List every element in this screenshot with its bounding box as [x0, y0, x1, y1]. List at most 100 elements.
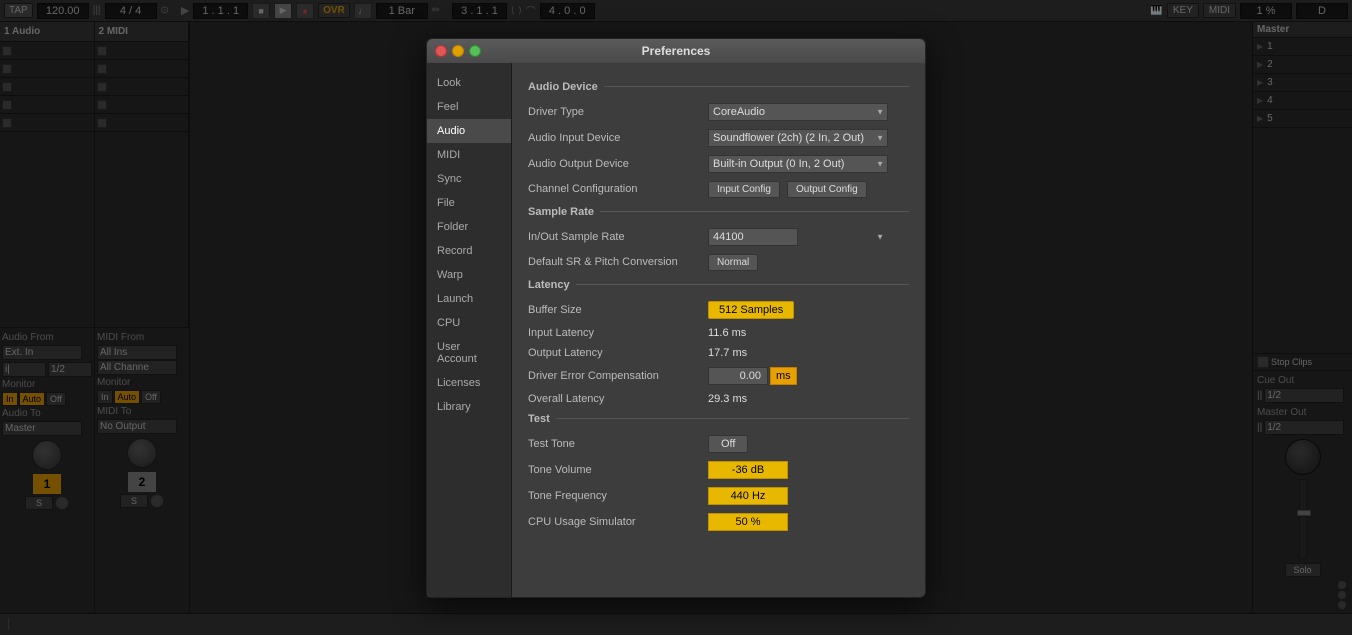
nav-look[interactable]: Look: [427, 71, 511, 95]
driver-type-select[interactable]: CoreAudio: [708, 103, 888, 121]
modal-close-button[interactable]: [435, 45, 447, 57]
tone-volume-row: Tone Volume -36 dB: [528, 461, 909, 479]
default-sr-control: Normal: [708, 254, 909, 271]
tone-freq-row: Tone Frequency 440 Hz: [528, 487, 909, 505]
section-divider-3: [576, 284, 909, 285]
latency-section-header: Latency: [528, 279, 909, 291]
driver-type-label: Driver Type: [528, 106, 708, 118]
audio-input-select[interactable]: Soundflower (2ch) (2 In, 2 Out): [708, 129, 888, 147]
cpu-sim-control: 50 %: [708, 513, 909, 531]
sample-rate-section-header: Sample Rate: [528, 206, 909, 218]
output-latency-row: Output Latency 17.7 ms: [528, 347, 909, 359]
output-config-button[interactable]: Output Config: [787, 181, 867, 198]
test-section-header: Test: [528, 413, 909, 425]
buffer-size-label: Buffer Size: [528, 304, 708, 316]
default-sr-button[interactable]: Normal: [708, 254, 758, 271]
default-sr-row: Default SR & Pitch Conversion Normal: [528, 254, 909, 271]
audio-input-row: Audio Input Device Soundflower (2ch) (2 …: [528, 129, 909, 147]
input-config-button[interactable]: Input Config: [708, 181, 780, 198]
modal-body: Look Feel Audio MIDI Sync File Folder Re…: [427, 63, 925, 597]
buffer-size-button[interactable]: 512 Samples: [708, 301, 794, 319]
nav-cpu[interactable]: CPU: [427, 311, 511, 335]
nav-warp[interactable]: Warp: [427, 263, 511, 287]
cpu-sim-slider[interactable]: 50 %: [708, 513, 788, 531]
audio-input-label: Audio Input Device: [528, 132, 708, 144]
modal-content-audio: Audio Device Driver Type CoreAudio Au: [512, 63, 925, 597]
tone-freq-slider[interactable]: 440 Hz: [708, 487, 788, 505]
nav-feel[interactable]: Feel: [427, 95, 511, 119]
driver-error-unit: ms: [770, 367, 797, 385]
section-divider-2: [600, 211, 909, 212]
inout-rate-select-wrapper: 44100: [708, 228, 888, 246]
input-latency-display: 11.6 ms: [708, 327, 746, 339]
driver-error-row: Driver Error Compensation ms: [528, 367, 909, 385]
test-tone-label: Test Tone: [528, 438, 708, 450]
overall-latency-label: Overall Latency: [528, 393, 708, 405]
test-tone-control: Off: [708, 435, 909, 453]
tone-volume-label: Tone Volume: [528, 464, 708, 476]
overall-latency-display: 29.3 ms: [708, 393, 747, 405]
nav-record[interactable]: Record: [427, 239, 511, 263]
audio-device-title: Audio Device: [528, 81, 604, 93]
overall-latency-row: Overall Latency 29.3 ms: [528, 393, 909, 405]
output-latency-value: 17.7 ms: [708, 347, 909, 359]
sample-rate-title: Sample Rate: [528, 206, 600, 218]
nav-user-account[interactable]: User Account: [427, 335, 511, 371]
buffer-size-control: 512 Samples: [708, 301, 909, 319]
modal-minimize-button[interactable]: [452, 45, 464, 57]
inout-rate-control: 44100: [708, 228, 909, 246]
nav-sync[interactable]: Sync: [427, 167, 511, 191]
overall-latency-value: 29.3 ms: [708, 393, 909, 405]
modal-sidebar: Look Feel Audio MIDI Sync File Folder Re…: [427, 63, 512, 597]
driver-error-label: Driver Error Compensation: [528, 370, 708, 382]
nav-library[interactable]: Library: [427, 395, 511, 419]
audio-output-label: Audio Output Device: [528, 158, 708, 170]
output-latency-display: 17.7 ms: [708, 347, 747, 359]
preferences-modal: Preferences Look Feel Audio MIDI Sync Fi…: [426, 38, 926, 598]
channel-config-label: Channel Configuration: [528, 183, 708, 195]
channel-config-control: Input Config Output Config: [708, 181, 909, 198]
driver-type-row: Driver Type CoreAudio: [528, 103, 909, 121]
test-title: Test: [528, 413, 556, 425]
cpu-sim-label: CPU Usage Simulator: [528, 516, 708, 528]
inout-rate-row: In/Out Sample Rate 44100: [528, 228, 909, 246]
tone-freq-control: 440 Hz: [708, 487, 909, 505]
modal-maximize-button[interactable]: [469, 45, 481, 57]
inout-rate-select[interactable]: 44100: [708, 228, 798, 246]
audio-device-section-header: Audio Device: [528, 81, 909, 93]
driver-error-input[interactable]: [708, 367, 768, 385]
latency-title: Latency: [528, 279, 576, 291]
audio-input-select-wrapper: Soundflower (2ch) (2 In, 2 Out): [708, 129, 888, 147]
nav-licenses[interactable]: Licenses: [427, 371, 511, 395]
nav-audio[interactable]: Audio: [427, 119, 511, 143]
audio-output-control: Built-in Output (0 In, 2 Out): [708, 155, 909, 173]
audio-input-control: Soundflower (2ch) (2 In, 2 Out): [708, 129, 909, 147]
modal-overlay: Preferences Look Feel Audio MIDI Sync Fi…: [0, 0, 1352, 635]
nav-file[interactable]: File: [427, 191, 511, 215]
input-latency-value: 11.6 ms: [708, 327, 909, 339]
audio-output-row: Audio Output Device Built-in Output (0 I…: [528, 155, 909, 173]
cpu-sim-row: CPU Usage Simulator 50 %: [528, 513, 909, 531]
channel-config-row: Channel Configuration Input Config Outpu…: [528, 181, 909, 198]
driver-type-select-wrapper: CoreAudio: [708, 103, 888, 121]
nav-launch[interactable]: Launch: [427, 287, 511, 311]
driver-type-control: CoreAudio: [708, 103, 909, 121]
default-sr-label: Default SR & Pitch Conversion: [528, 256, 708, 268]
nav-midi[interactable]: MIDI: [427, 143, 511, 167]
audio-output-select[interactable]: Built-in Output (0 In, 2 Out): [708, 155, 888, 173]
tone-volume-control: -36 dB: [708, 461, 909, 479]
inout-rate-label: In/Out Sample Rate: [528, 231, 708, 243]
tone-freq-label: Tone Frequency: [528, 490, 708, 502]
test-tone-button[interactable]: Off: [708, 435, 748, 453]
section-divider: [604, 86, 909, 87]
nav-folder[interactable]: Folder: [427, 215, 511, 239]
modal-titlebar: Preferences: [427, 39, 925, 63]
input-latency-row: Input Latency 11.6 ms: [528, 327, 909, 339]
tone-volume-slider[interactable]: -36 dB: [708, 461, 788, 479]
test-tone-row: Test Tone Off: [528, 435, 909, 453]
buffer-size-row: Buffer Size 512 Samples: [528, 301, 909, 319]
section-divider-4: [556, 418, 909, 419]
modal-title: Preferences: [642, 44, 711, 58]
output-latency-label: Output Latency: [528, 347, 708, 359]
audio-output-select-wrapper: Built-in Output (0 In, 2 Out): [708, 155, 888, 173]
